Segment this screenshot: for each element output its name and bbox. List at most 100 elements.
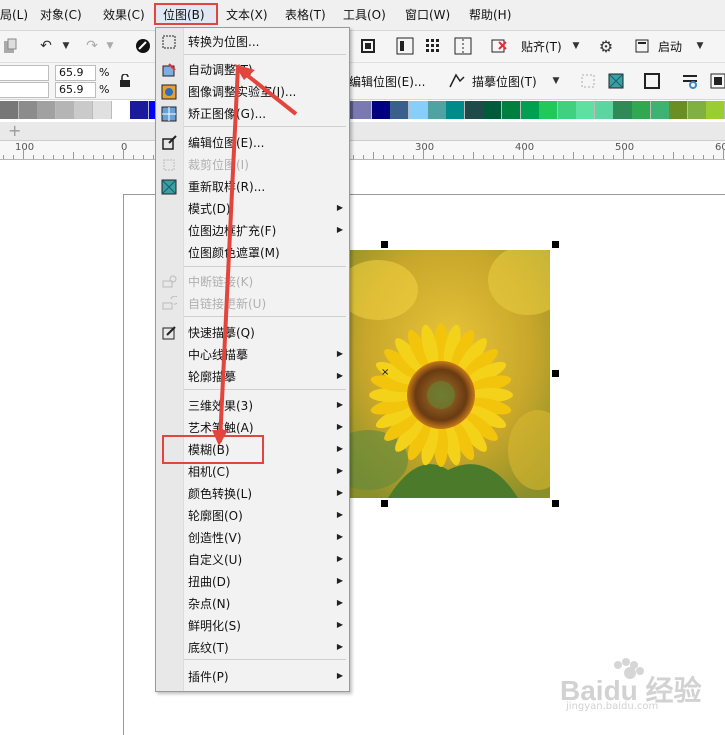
selection-handle[interactable] bbox=[381, 241, 388, 248]
trace-bitmap-icon[interactable] bbox=[447, 70, 467, 90]
grid-icon[interactable] bbox=[423, 36, 443, 56]
lock-ratio-icon[interactable] bbox=[115, 71, 135, 91]
menu-text[interactable]: 文本(X) bbox=[226, 7, 268, 23]
color-swatch[interactable] bbox=[669, 101, 689, 119]
edit-bitmap-button[interactable]: 编辑位图(E)... bbox=[349, 73, 425, 90]
crop-bitmap-icon[interactable] bbox=[578, 71, 598, 91]
menu-item[interactable]: 自动调整(T) bbox=[156, 59, 349, 81]
fullscreen-icon[interactable] bbox=[358, 36, 378, 56]
chevron-down-icon[interactable]: ▼ bbox=[566, 36, 586, 56]
color-swatch[interactable] bbox=[353, 101, 373, 119]
menu-item[interactable]: 创造性(V) ▶ bbox=[156, 527, 349, 549]
menu-item[interactable]: 轮廓描摹 ▶ bbox=[156, 366, 349, 388]
menu-item[interactable]: 重新取样(R)... bbox=[156, 176, 349, 198]
menu-item[interactable]: 杂点(N) ▶ bbox=[156, 593, 349, 615]
color-swatch[interactable] bbox=[371, 101, 391, 119]
color-swatch[interactable] bbox=[408, 101, 429, 119]
launch-icon[interactable] bbox=[632, 36, 652, 56]
color-swatch[interactable] bbox=[390, 101, 410, 119]
menu-item[interactable]: 插件(P) ▶ bbox=[156, 666, 349, 688]
color-swatch[interactable] bbox=[706, 101, 725, 119]
menu-item[interactable]: 颜色转换(L) ▶ bbox=[156, 483, 349, 505]
color-swatch[interactable] bbox=[520, 101, 540, 119]
color-swatch[interactable] bbox=[483, 101, 503, 119]
color-swatch[interactable] bbox=[446, 101, 466, 119]
guidelines-icon[interactable] bbox=[453, 36, 473, 56]
menu-layout[interactable]: 局(L) bbox=[0, 7, 28, 23]
bounding-box-icon[interactable] bbox=[642, 71, 662, 91]
color-swatch[interactable] bbox=[687, 101, 707, 119]
selection-handle[interactable] bbox=[552, 370, 559, 377]
menu-item[interactable]: 自定义(U) ▶ bbox=[156, 549, 349, 571]
add-document-icon[interactable]: + bbox=[8, 121, 21, 140]
menu-tools[interactable]: 工具(O) bbox=[343, 7, 386, 23]
color-swatch[interactable] bbox=[55, 101, 75, 119]
menu-window[interactable]: 窗口(W) bbox=[405, 7, 450, 23]
chevron-down-icon[interactable]: ▼ bbox=[100, 36, 120, 56]
menu-item[interactable]: 位图颜色遮罩(M) bbox=[156, 242, 349, 264]
color-swatch[interactable] bbox=[632, 101, 652, 119]
scale-height-field[interactable]: 65.9 bbox=[55, 82, 96, 98]
undo-icon[interactable]: ↶ bbox=[36, 36, 56, 56]
sunflower-image[interactable] bbox=[348, 250, 550, 498]
trace-bitmap-button[interactable]: 描摹位图(T) bbox=[472, 73, 537, 90]
color-swatch[interactable] bbox=[111, 101, 131, 119]
color-swatch[interactable] bbox=[594, 101, 614, 119]
y-position-field[interactable] bbox=[0, 82, 49, 98]
menu-item[interactable]: 轮廓图(O) ▶ bbox=[156, 505, 349, 527]
color-swatch[interactable] bbox=[0, 101, 20, 119]
menu-item[interactable]: 裁剪位图(I) bbox=[156, 154, 349, 176]
menu-item[interactable]: 矫正图像(G)... bbox=[156, 103, 349, 125]
color-swatch[interactable] bbox=[576, 101, 596, 119]
x-position-field[interactable] bbox=[0, 65, 49, 81]
menu-item[interactable]: 中断链接(K) bbox=[156, 271, 349, 293]
menu-item[interactable]: 自链接更新(U) bbox=[156, 293, 349, 315]
menu-item[interactable]: 快速描摹(Q) bbox=[156, 322, 349, 344]
color-swatch[interactable] bbox=[427, 101, 447, 119]
launch-button[interactable]: 启动 bbox=[658, 38, 682, 55]
snap-off-icon[interactable] bbox=[489, 36, 509, 56]
chevron-down-icon[interactable]: ▼ bbox=[690, 36, 710, 56]
menu-item[interactable]: 相机(C) ▶ bbox=[156, 461, 349, 483]
color-swatch[interactable] bbox=[613, 101, 633, 119]
paste-icon[interactable] bbox=[0, 36, 20, 56]
color-swatch[interactable] bbox=[650, 101, 670, 119]
menu-help[interactable]: 帮助(H) bbox=[469, 7, 511, 23]
menu-item[interactable]: 模式(D) ▶ bbox=[156, 198, 349, 220]
scale-width-field[interactable]: 65.9 bbox=[55, 65, 96, 81]
menu-bitmap[interactable]: 位图(B) bbox=[163, 7, 205, 23]
rulers-icon[interactable] bbox=[395, 36, 415, 56]
color-swatch[interactable] bbox=[464, 101, 484, 119]
menu-item[interactable]: 编辑位图(E)... bbox=[156, 132, 349, 154]
chevron-down-icon[interactable]: ▼ bbox=[546, 71, 566, 91]
menu-item[interactable]: 三维效果(3) ▶ bbox=[156, 395, 349, 417]
menu-table[interactable]: 表格(T) bbox=[285, 7, 326, 23]
selection-handle[interactable] bbox=[552, 241, 559, 248]
color-swatch[interactable] bbox=[130, 101, 150, 119]
color-swatch[interactable] bbox=[74, 101, 94, 119]
menu-item[interactable]: 扭曲(D) ▶ bbox=[156, 571, 349, 593]
selection-handle[interactable] bbox=[381, 500, 388, 507]
wrap-text-icon[interactable] bbox=[708, 71, 725, 91]
color-swatch[interactable] bbox=[501, 101, 521, 119]
menu-item[interactable]: 位图边框扩充(F) ▶ bbox=[156, 220, 349, 242]
menu-item[interactable]: 底纹(T) ▶ bbox=[156, 637, 349, 659]
corel-connect-icon[interactable] bbox=[133, 36, 153, 56]
menu-effects[interactable]: 效果(C) bbox=[103, 7, 145, 23]
menu-object[interactable]: 对象(C) bbox=[40, 7, 82, 23]
color-swatch[interactable] bbox=[92, 101, 113, 119]
menu-item[interactable]: 中心线描摹 ▶ bbox=[156, 344, 349, 366]
selection-handle[interactable] bbox=[552, 500, 559, 507]
snap-to-button[interactable]: 贴齐(T) bbox=[521, 38, 562, 55]
color-swatch[interactable] bbox=[37, 101, 57, 119]
menu-item[interactable]: 转换为位图... bbox=[156, 31, 349, 53]
menu-item[interactable]: 鲜明化(S) ▶ bbox=[156, 615, 349, 637]
menu-item[interactable]: 图像调整实验室(J)... bbox=[156, 81, 349, 103]
color-swatch[interactable] bbox=[539, 101, 559, 119]
chevron-down-icon[interactable]: ▼ bbox=[56, 36, 76, 56]
bitmap-lab-icon[interactable] bbox=[680, 71, 700, 91]
color-swatch[interactable] bbox=[18, 101, 38, 119]
redo-icon[interactable]: ↷ bbox=[82, 36, 102, 56]
resample-icon[interactable] bbox=[606, 71, 626, 91]
gear-icon[interactable]: ⚙ bbox=[596, 36, 616, 56]
